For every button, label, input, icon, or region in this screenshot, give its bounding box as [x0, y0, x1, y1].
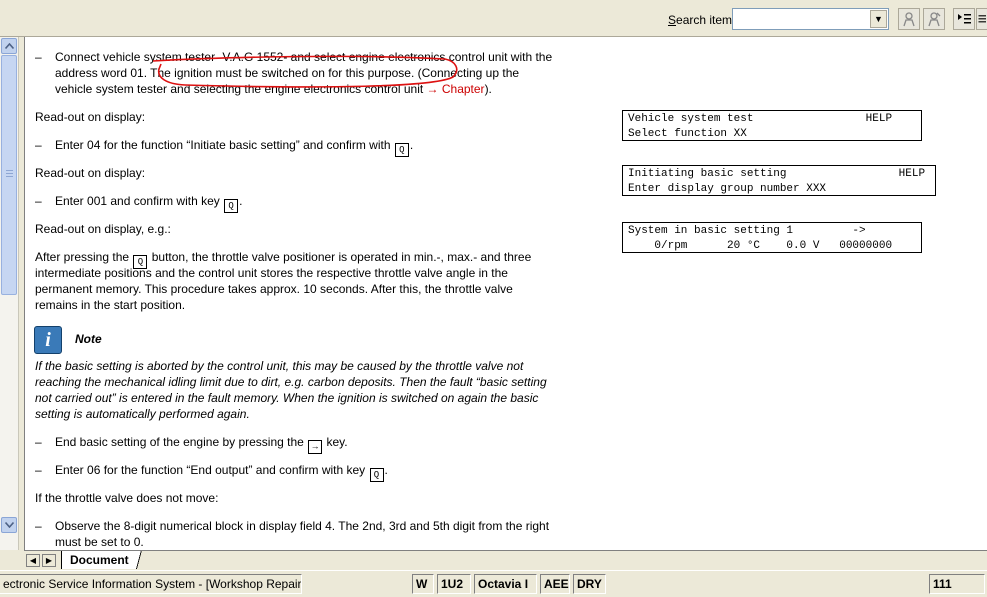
note-title: Note	[75, 332, 102, 346]
outline-icon	[958, 14, 971, 24]
tester-display-3: System in basic setting 1 -> 0/rpm 20 °C…	[622, 222, 922, 253]
note-text: not carried out” is entered in the fault…	[35, 391, 539, 405]
note-text: If the basic setting is aborted by the c…	[35, 359, 524, 373]
document-pane[interactable]: – Connect vehicle system tester -V.A.G 1…	[24, 37, 987, 550]
step-text: Enter 001 and confirm with key Q.	[55, 193, 242, 213]
status-engine: AEE	[540, 574, 570, 594]
scroll-thumb[interactable]	[1, 55, 17, 295]
status-model: Octavia I	[474, 574, 537, 594]
readout-label: Read-out on display:	[35, 166, 146, 180]
scroll-grip	[6, 173, 13, 174]
search-person-button[interactable]	[898, 8, 920, 30]
step-text-part: Enter 04 for the function “Initiate basi…	[55, 138, 394, 152]
list-dash: –	[35, 138, 42, 152]
status-gearbox: DRY	[573, 574, 606, 594]
vertical-scrollbar[interactable]	[0, 37, 19, 550]
status-page-number: 111	[929, 574, 985, 594]
status-w: W	[412, 574, 434, 594]
step-text-part: Enter 06 for the function “End output” a…	[55, 463, 369, 477]
outline-button[interactable]	[953, 8, 975, 30]
paragraph-part: After pressing the	[35, 250, 133, 264]
list-dash: –	[35, 50, 42, 64]
key-q: Q	[224, 199, 239, 213]
tab-next-button[interactable]: ▶	[42, 554, 56, 567]
chevron-right-icon: ▶	[45, 556, 53, 565]
search-next-icon	[928, 12, 941, 27]
chevron-up-icon	[4, 43, 14, 49]
list-dash: –	[35, 519, 42, 533]
toolbar: Search item: ▼	[0, 0, 987, 37]
paragraph-text: intermediate positions and the control u…	[35, 266, 508, 280]
scroll-down-button[interactable]	[1, 517, 17, 533]
list-icon	[978, 15, 986, 23]
step-text-part: ).	[484, 82, 492, 96]
status-bar: ectronic Service Information System - [W…	[0, 570, 987, 597]
paragraph-text: permanent memory. This procedure takes a…	[35, 282, 513, 296]
chevron-left-icon: ◀	[29, 556, 37, 565]
search-input[interactable]	[735, 11, 869, 27]
chapter-link[interactable]: → Chapter	[427, 82, 485, 96]
chevron-down-icon	[4, 522, 14, 528]
list-button[interactable]	[976, 8, 987, 30]
condition-text: If the throttle valve does not move:	[35, 491, 219, 505]
step-text: must be set to 0.	[55, 535, 144, 549]
chevron-down-icon[interactable]: ▼	[870, 10, 887, 28]
readout-label: Read-out on display, e.g.:	[35, 222, 171, 236]
sheet-tab-bar: ◀ ▶ Document	[24, 550, 987, 569]
step-text-part: .	[384, 463, 388, 477]
note-text: setting is automatically performed again…	[35, 407, 250, 421]
scroll-grip	[6, 176, 13, 177]
status-code: 1U2	[437, 574, 471, 594]
info-icon: i	[34, 326, 62, 354]
step-text: End basic setting of the engine by press…	[55, 434, 348, 454]
tester-display-2: Initiating basic setting HELP Enter disp…	[622, 165, 936, 196]
step-text-part: End basic setting of the engine by press…	[55, 435, 308, 449]
scroll-up-button[interactable]	[1, 38, 17, 54]
list-dash: –	[35, 194, 42, 208]
step-text: Enter 06 for the function “End output” a…	[55, 462, 388, 482]
step-text-part: Enter 001 and confirm with key	[55, 194, 224, 208]
step-text-part: .	[239, 194, 243, 208]
step-text: Enter 04 for the function “Initiate basi…	[55, 137, 413, 157]
readout-label: Read-out on display:	[35, 110, 146, 124]
key-q: Q	[369, 468, 384, 482]
search-next-button[interactable]	[923, 8, 945, 30]
list-dash: –	[35, 435, 42, 449]
step-text: vehicle system tester and selecting the …	[55, 81, 492, 97]
key-q: Q	[394, 143, 409, 157]
status-app-title: ectronic Service Information System - [W…	[0, 574, 302, 594]
key-arrow: →	[308, 440, 323, 454]
search-combobox[interactable]: ▼	[732, 8, 889, 30]
list-dash: –	[35, 463, 42, 477]
note-text: reaching the mechanical idling limit due…	[35, 375, 547, 389]
step-text: Connect vehicle system tester -V.A.G 155…	[55, 50, 553, 64]
tab-document[interactable]: Document	[61, 551, 143, 569]
paragraph-text: remains in the start position.	[35, 298, 186, 312]
step-text-part: .	[409, 138, 414, 152]
step-text: Observe the 8-digit numerical block in d…	[55, 519, 550, 533]
search-person-icon	[903, 12, 915, 27]
step-text-part: key.	[323, 435, 348, 449]
paragraph-part: button, the throttle valve positioner is…	[148, 250, 532, 264]
scroll-grip	[6, 170, 13, 171]
tester-display-1: Vehicle system test HELP Select function…	[622, 110, 922, 141]
step-text-part: vehicle system tester and selecting the …	[55, 82, 427, 96]
search-label: Search item:	[668, 13, 736, 27]
step-text: address word 01. The ignition must be sw…	[55, 66, 520, 80]
tab-prev-button[interactable]: ◀	[26, 554, 40, 567]
